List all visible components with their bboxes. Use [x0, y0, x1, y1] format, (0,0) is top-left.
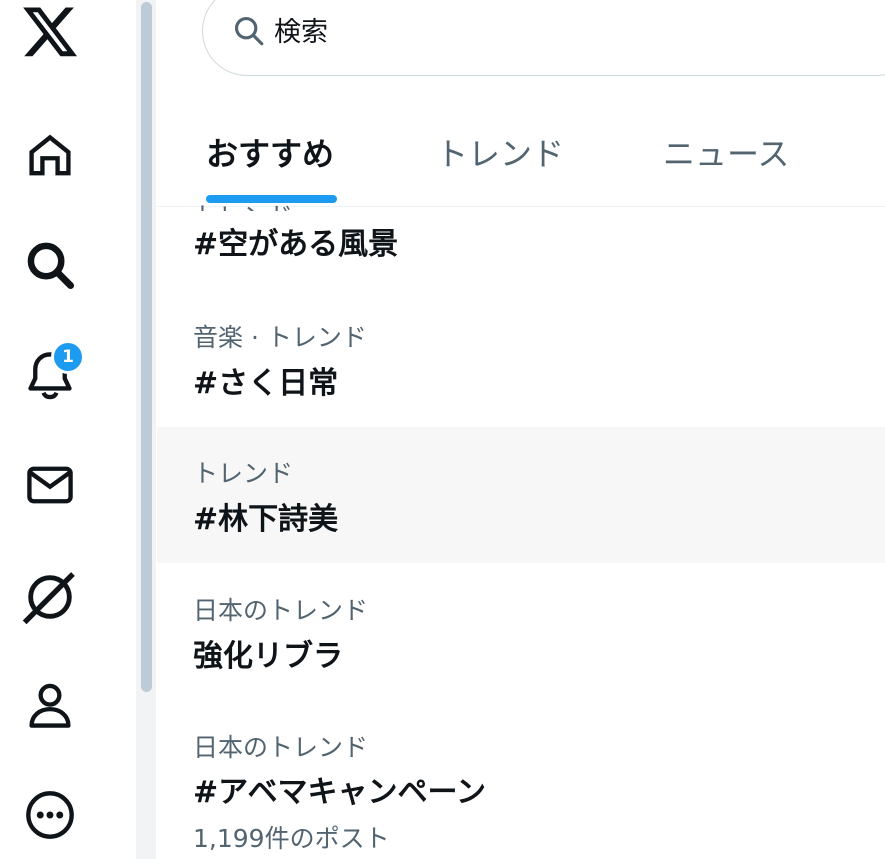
- profile-icon: [29, 683, 71, 728]
- trend-title: #さく日常: [193, 366, 339, 401]
- mail-icon: [27, 466, 73, 504]
- x-logo-link[interactable]: [0, 0, 100, 75]
- search-input[interactable]: [274, 10, 774, 54]
- nav-grok[interactable]: [0, 557, 100, 637]
- trend-item[interactable]: トレンド #空がある風景: [157, 202, 885, 289]
- trend-title: #空がある風景: [193, 227, 399, 262]
- home-icon: [29, 134, 71, 176]
- trend-meta: 日本のトレンド: [193, 596, 369, 625]
- nav-profile[interactable]: [0, 665, 100, 745]
- trend-meta: 音楽 · トレンド: [193, 323, 367, 352]
- scrollbar-thumb[interactable]: [141, 2, 152, 692]
- trend-item[interactable]: 日本のトレンド #アベマキャンペーン 1,199件のポスト: [157, 701, 885, 859]
- trend-item[interactable]: 日本のトレンド 強化リブラ: [157, 563, 885, 701]
- nav-notifications[interactable]: [0, 335, 100, 415]
- left-nav: 1: [0, 0, 100, 859]
- nav-explore[interactable]: [0, 225, 100, 305]
- search-field-icon: [234, 16, 264, 46]
- trend-meta: トレンド: [193, 197, 293, 211]
- explore-tabs: おすすめ トレンド ニュース: [157, 105, 885, 207]
- trend-title: #アベマキャンペーン: [193, 775, 487, 810]
- tab-trending[interactable]: トレンド: [436, 129, 564, 179]
- tab-news[interactable]: ニュース: [663, 129, 789, 179]
- grok-icon: [22, 572, 75, 625]
- explore-main: おすすめ トレンド ニュース トレンド #空がある風景 音楽 · トレンド #さ…: [157, 0, 885, 859]
- nav-messages[interactable]: [0, 445, 100, 525]
- tab-for-you[interactable]: おすすめ: [206, 129, 334, 179]
- trend-title: 強化リブラ: [193, 639, 343, 674]
- nav-more[interactable]: [0, 775, 100, 855]
- trend-item[interactable]: トレンド #林下詩美: [157, 427, 885, 563]
- nav-home[interactable]: [0, 115, 100, 195]
- search-icon: [27, 242, 75, 290]
- trend-meta: 日本のトレンド: [193, 733, 369, 762]
- trend-post-count: 1,199件のポスト: [193, 824, 390, 853]
- notification-badge: 1: [51, 340, 85, 374]
- trend-item[interactable]: 音楽 · トレンド #さく日常: [157, 290, 885, 427]
- more-icon: [26, 791, 74, 839]
- app-window: 1 検索 おすすめ トレンド ニュース #空がある風景 音楽 · トレンド #さ…: [0, 0, 885, 859]
- trend-meta: トレンド: [193, 459, 294, 488]
- trend-title: #林下詩美: [193, 502, 339, 537]
- x-logo-icon: [23, 7, 78, 57]
